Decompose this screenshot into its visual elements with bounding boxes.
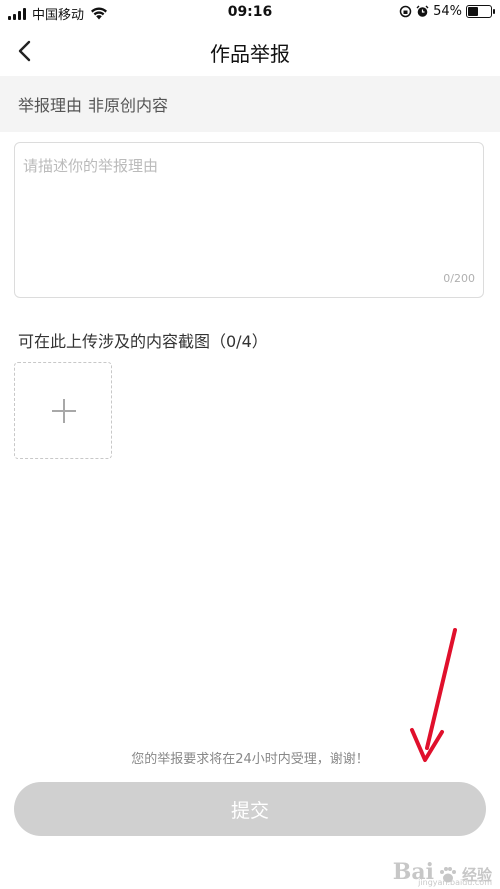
report-reason-bar: 举报理由 非原创内容: [0, 76, 500, 132]
upload-label: 可在此上传涉及的内容截图（0/4）: [18, 332, 268, 351]
battery-percent: 54%: [433, 4, 462, 19]
baidu-jingyan-watermark: Bai 经验 jingyan.baidu.com: [393, 859, 492, 887]
report-reason-label: 举报理由: [18, 96, 83, 115]
character-counter: 0/200: [443, 272, 475, 285]
submit-button[interactable]: 提交: [14, 782, 486, 836]
nav-bar: 作品举报: [0, 26, 500, 76]
report-description-input[interactable]: [15, 143, 483, 297]
status-bar: 中国移动 09:16 54%: [0, 0, 500, 26]
orientation-lock-icon: [399, 5, 412, 18]
battery-level: [468, 7, 478, 16]
report-description-box: 0/200: [14, 142, 484, 298]
report-reason: 举报理由 非原创内容: [18, 92, 168, 116]
alarm-clock-icon: [416, 5, 429, 17]
watermark-url: jingyan.baidu.com: [418, 878, 492, 887]
plus-icon: [52, 399, 76, 423]
status-right: 54%: [399, 4, 495, 19]
report-reason-value: 非原创内容: [88, 96, 169, 115]
battery-icon: [466, 5, 495, 18]
page-title: 作品举报: [210, 42, 290, 66]
processing-notice: 您的举报要求将在24小时内受理，谢谢！: [131, 752, 369, 767]
add-screenshot-button[interactable]: [14, 362, 112, 459]
